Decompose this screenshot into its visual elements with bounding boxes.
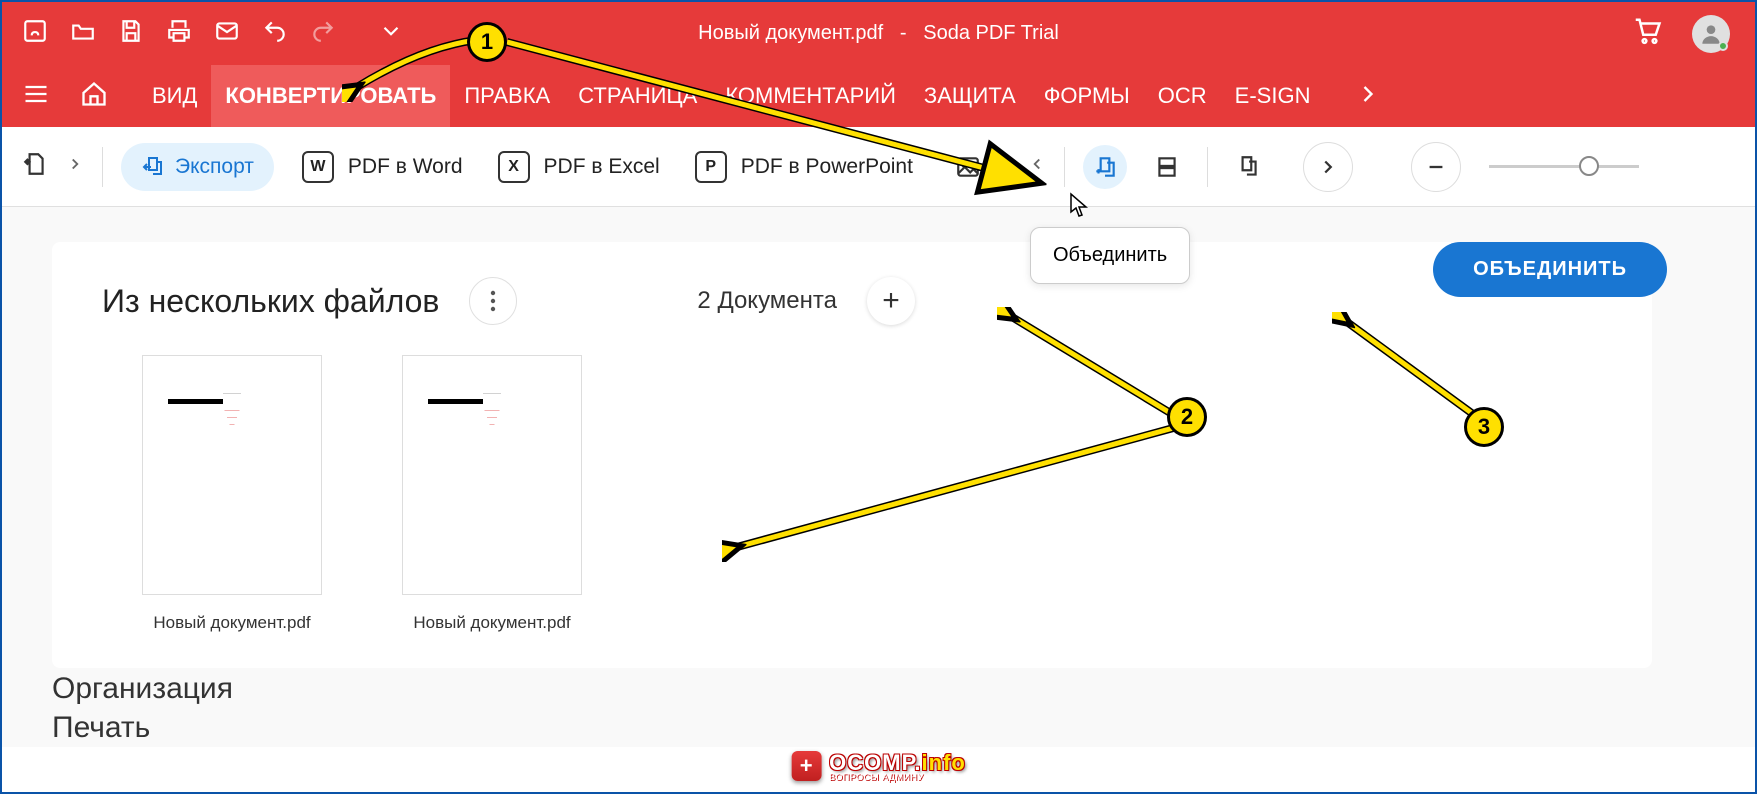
window-title: Новый документ.pdf - Soda PDF Trial bbox=[698, 22, 1059, 45]
document-thumb[interactable]: ————————— Новый документ.pdf bbox=[402, 355, 582, 633]
user-avatar[interactable] bbox=[1692, 15, 1730, 53]
divider bbox=[1064, 147, 1065, 187]
mail-icon[interactable] bbox=[214, 18, 240, 49]
next-circle-button[interactable] bbox=[1303, 142, 1353, 192]
convert-w-button[interactable]: W PDF в Word bbox=[302, 151, 463, 183]
print-icon[interactable] bbox=[166, 18, 192, 49]
menu-item-конвертировать[interactable]: КОНВЕРТИРОВАТЬ bbox=[211, 65, 450, 127]
menu-item-защита[interactable]: ЗАЩИТА bbox=[910, 65, 1030, 127]
convert-label: PDF в PowerPoint bbox=[741, 155, 913, 179]
merge-icon[interactable] bbox=[1083, 145, 1127, 189]
app-logo-icon[interactable] bbox=[22, 18, 48, 49]
zoom-thumb[interactable] bbox=[1579, 156, 1599, 176]
section-title: Из нескольких файлов bbox=[102, 283, 439, 320]
sub-toolbar: Экспорт W PDF в Word X PDF в Excel P PDF в Po… bbox=[2, 127, 1755, 207]
export-label: Экспорт bbox=[175, 155, 254, 179]
menu-item-формы[interactable]: ФОРМЫ bbox=[1030, 65, 1144, 127]
document-count: 2 Документа bbox=[697, 287, 837, 315]
split-icon[interactable] bbox=[1145, 145, 1189, 189]
redo-icon[interactable] bbox=[310, 18, 336, 49]
menu-item-комментарий[interactable]: КОММЕНТАРИЙ bbox=[711, 65, 910, 127]
thumb-label: Новый документ.pdf bbox=[402, 613, 582, 633]
annotation-badge-3: 3 bbox=[1464, 407, 1504, 447]
convert-p-button[interactable]: P PDF в PowerPoint bbox=[695, 151, 913, 183]
menu-bar: ВИДКОНВЕРТИРОВАТЬПРАВКАСТРАНИЦАКОММЕНТАР… bbox=[2, 65, 1755, 127]
status-dot-icon bbox=[1718, 41, 1728, 51]
merge-tooltip: Объединить bbox=[1030, 227, 1190, 284]
watermark: + OCOMP.info ВОПРОСЫ АДМИНУ bbox=[791, 750, 966, 782]
letter-x-icon: X bbox=[498, 151, 530, 183]
more-options-button[interactable] bbox=[469, 277, 517, 325]
chevron-right-small-icon[interactable] bbox=[66, 155, 84, 178]
cursor-icon bbox=[1069, 192, 1089, 218]
dropdown-icon[interactable] bbox=[378, 18, 404, 49]
annotation-badge-1: 1 bbox=[467, 22, 507, 62]
menu-item-ocr[interactable]: OCR bbox=[1144, 65, 1221, 127]
chevron-right-icon[interactable] bbox=[1354, 80, 1382, 113]
watermark-suffix: info bbox=[922, 750, 966, 775]
quick-access bbox=[22, 18, 404, 49]
hamburger-icon[interactable] bbox=[22, 80, 50, 113]
watermark-plus-icon: + bbox=[791, 751, 821, 781]
letter-w-icon: W bbox=[302, 151, 334, 183]
document-thumb[interactable]: ————————— Новый документ.pdf bbox=[142, 355, 322, 633]
image-icon[interactable] bbox=[946, 145, 990, 189]
convert-x-button[interactable]: X PDF в Excel bbox=[498, 151, 660, 183]
add-document-button[interactable]: + bbox=[867, 277, 915, 325]
menu-item-правка[interactable]: ПРАВКА bbox=[450, 65, 564, 127]
zoom-out-button[interactable] bbox=[1411, 142, 1461, 192]
convert-label: PDF в Word bbox=[348, 155, 463, 179]
cart-icon[interactable] bbox=[1632, 16, 1662, 51]
thumb-label: Новый документ.pdf bbox=[142, 613, 322, 633]
merge-action-button[interactable]: ОБЪЕДИНИТЬ bbox=[1433, 242, 1667, 297]
file-star-icon[interactable] bbox=[22, 151, 48, 182]
letter-p-icon: P bbox=[695, 151, 727, 183]
title-bar: Новый документ.pdf - Soda PDF Trial bbox=[2, 2, 1755, 65]
menu-item-e-sign[interactable]: E-SIGN bbox=[1221, 65, 1325, 127]
save-icon[interactable] bbox=[118, 18, 144, 49]
page-preview: ————————— bbox=[402, 355, 582, 595]
divider bbox=[102, 147, 103, 187]
annotation-badge-2: 2 bbox=[1167, 397, 1207, 437]
chevron-left-icon[interactable] bbox=[1028, 155, 1046, 178]
open-folder-icon[interactable] bbox=[70, 18, 96, 49]
export-button[interactable]: Экспорт bbox=[121, 143, 274, 191]
undo-icon[interactable] bbox=[262, 18, 288, 49]
batch-icon[interactable] bbox=[1226, 145, 1270, 189]
convert-label: PDF в Excel bbox=[544, 155, 660, 179]
content-area: Из нескольких файлов 2 Документа + ОБЪЕД… bbox=[2, 207, 1755, 747]
page-preview: ————————— bbox=[142, 355, 322, 595]
home-icon[interactable] bbox=[80, 80, 108, 113]
background-text: Организация Печать bbox=[52, 669, 233, 747]
divider bbox=[1207, 147, 1208, 187]
zoom-slider[interactable] bbox=[1489, 165, 1639, 168]
menu-item-страница[interactable]: СТРАНИЦА bbox=[564, 65, 711, 127]
menu-item-вид[interactable]: ВИД bbox=[138, 65, 211, 127]
